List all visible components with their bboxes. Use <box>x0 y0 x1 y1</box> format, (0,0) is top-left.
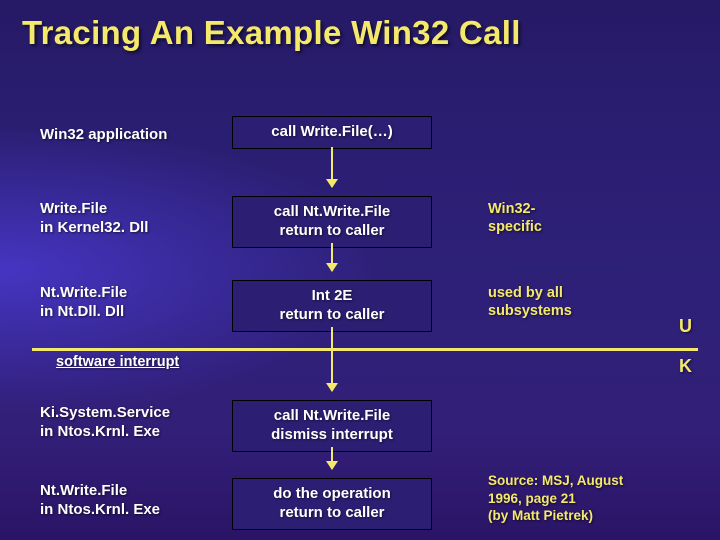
label-line: in Ntos.Krnl. Exe <box>40 501 160 518</box>
arrow-down-icon <box>331 147 333 187</box>
label-writefile-kernel32: Write.File in Kernel32. Dll <box>40 200 148 238</box>
label-ntwritefile-ntdll: Nt.Write.File in Nt.Dll. Dll <box>40 284 127 322</box>
box-line: return to caller <box>279 504 384 521</box>
label-line: Nt.Write.File <box>40 482 127 499</box>
box-dismiss-interrupt: call Nt.Write.File dismiss interrupt <box>232 400 432 452</box>
note-line: subsystems <box>488 303 572 319</box>
source-line: (by Matt Pietrek) <box>488 508 593 523</box>
label-kernel-mode: K <box>679 356 692 377</box>
box-line: dismiss interrupt <box>271 426 393 443</box>
label-line: in Kernel32. Dll <box>40 219 148 236</box>
box-call-ntwritefile: call Nt.Write.File return to caller <box>232 196 432 248</box>
box-line: return to caller <box>279 222 384 239</box>
source-line: 1996, page 21 <box>488 491 576 506</box>
label-line: in Nt.Dll. Dll <box>40 303 124 320</box>
label-kisystemservice: Ki.System.Service in Ntos.Krnl. Exe <box>40 404 170 442</box>
label-line: Nt.Write.File <box>40 284 127 301</box>
note-used-by-all: used by all subsystems <box>488 284 572 320</box>
box-line: return to caller <box>279 306 384 323</box>
label-line: Write.File <box>40 200 107 217</box>
box-line: do the operation <box>273 485 391 502</box>
box-line: call Nt.Write.File <box>274 407 390 424</box>
arrow-down-icon <box>331 243 333 271</box>
source-citation: Source: MSJ, August 1996, page 21 (by Ma… <box>488 472 623 525</box>
arrow-down-icon <box>331 327 333 391</box>
box-call-writefile: call Write.File(…) <box>232 116 432 149</box>
note-win32-specific: Win32- specific <box>488 200 542 236</box>
note-line: Win32- <box>488 201 535 217</box>
source-line: Source: MSJ, August <box>488 473 623 488</box>
label-ntwritefile-ntoskrnl: Nt.Write.File in Ntos.Krnl. Exe <box>40 482 160 520</box>
label-line: in Ntos.Krnl. Exe <box>40 423 160 440</box>
label-win32-app: Win32 application <box>40 126 167 145</box>
user-kernel-divider <box>32 348 698 351</box>
box-do-operation: do the operation return to caller <box>232 478 432 530</box>
box-line: Int 2E <box>312 287 353 304</box>
diagram-canvas: Win32 application Write.File in Kernel32… <box>0 0 720 540</box>
label-user-mode: U <box>679 316 692 337</box>
arrow-down-icon <box>331 447 333 469</box>
box-int2e: Int 2E return to caller <box>232 280 432 332</box>
label-software-interrupt: software interrupt <box>56 354 179 370</box>
label-line: Ki.System.Service <box>40 404 170 421</box>
box-line: call Nt.Write.File <box>274 203 390 220</box>
note-line: used by all <box>488 285 563 301</box>
note-line: specific <box>488 219 542 235</box>
